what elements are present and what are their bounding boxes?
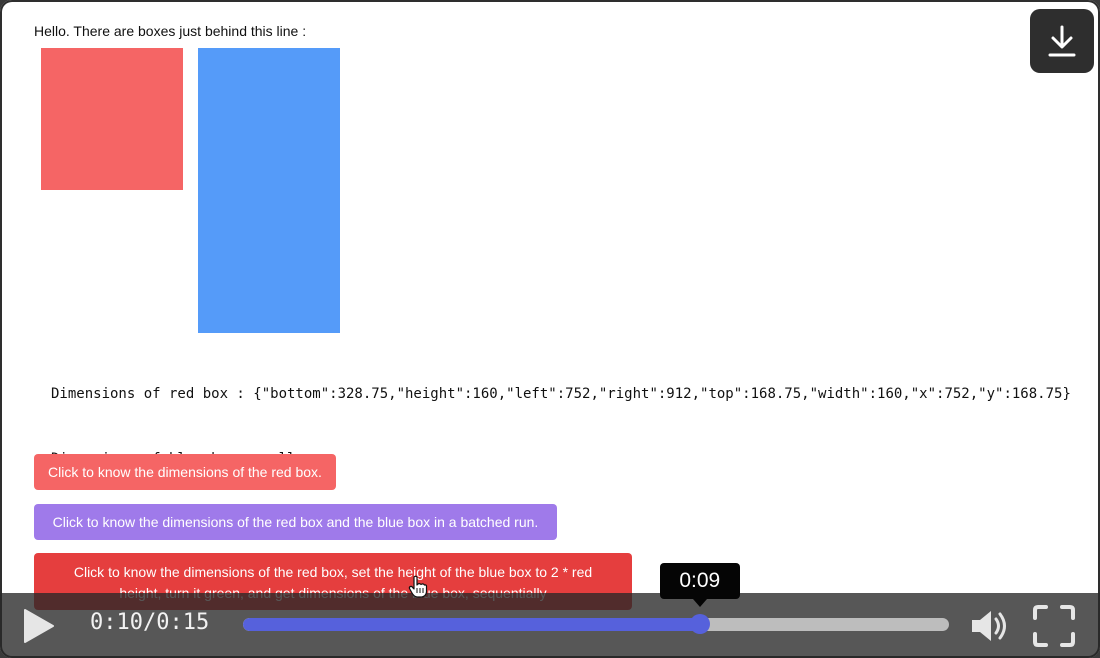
intro-text: Hello. There are boxes just behind this … [34, 23, 307, 39]
seek-tooltip-arrow [692, 599, 707, 607]
seek-tooltip: 0:09 [659, 563, 740, 599]
red-box [41, 48, 183, 190]
hand-cursor-icon [408, 575, 428, 604]
volume-icon [972, 611, 1006, 641]
fullscreen-button[interactable] [1032, 604, 1076, 653]
play-icon [24, 609, 54, 643]
page-frame: Hello. There are boxes just behind this … [0, 0, 1100, 658]
volume-button[interactable] [968, 604, 1012, 653]
red-box-dimensions-text: Dimensions of red box : {"bottom":328.75… [51, 386, 1071, 402]
batched-run-button[interactable]: Click to know the dimensions of the red … [34, 504, 557, 540]
duration: 0:15 [156, 610, 210, 635]
download-icon [1048, 25, 1076, 57]
play-button[interactable] [20, 608, 56, 644]
progress-track[interactable] [243, 618, 949, 631]
time-separator: / [142, 610, 157, 635]
progress-fill [243, 618, 700, 631]
fullscreen-icon [1033, 605, 1075, 647]
download-button[interactable] [1030, 9, 1094, 73]
time-display: 0:10/0:15 [90, 610, 209, 635]
blue-box [198, 48, 340, 333]
progress-handle[interactable] [689, 614, 710, 634]
current-time: 0:10 [90, 610, 143, 635]
red-dimensions-button[interactable]: Click to know the dimensions of the red … [34, 454, 336, 490]
